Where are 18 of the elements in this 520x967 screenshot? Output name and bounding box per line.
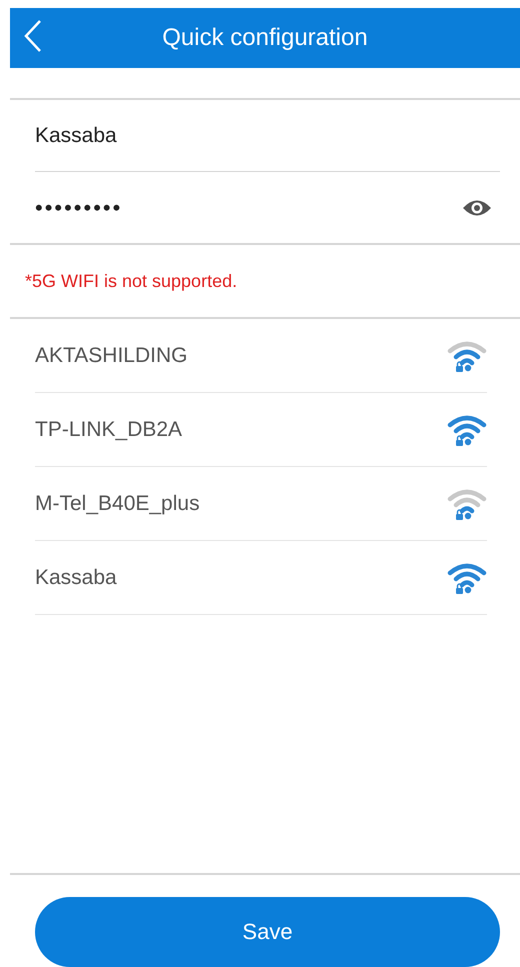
network-row[interactable]: M-Tel_B40E_plus [35,467,487,541]
network-row[interactable]: TP-LINK_DB2A [35,393,487,467]
network-name: Kassaba [35,566,117,590]
wifi-name-field[interactable]: Kassaba [35,116,500,156]
save-button[interactable]: Save [35,897,500,967]
wifi-lock-icon [447,486,487,520]
network-name: TP-LINK_DB2A [35,418,182,442]
wifi-lock-icon [447,560,487,594]
back-icon [24,19,42,53]
network-row[interactable]: Kassaba [35,541,487,615]
warning-note: *5G WIFI is not supported. [25,270,238,292]
screen-title: Quick configuration [162,24,368,52]
network-row[interactable]: AKTASHILDING [35,319,487,393]
network-name: AKTASHILDING [35,344,188,368]
wifi-lock-icon [447,412,487,446]
password-field[interactable]: ••••••••• [35,188,462,228]
wifi-lock-icon [447,338,487,372]
network-name: M-Tel_B40E_plus [35,492,200,516]
